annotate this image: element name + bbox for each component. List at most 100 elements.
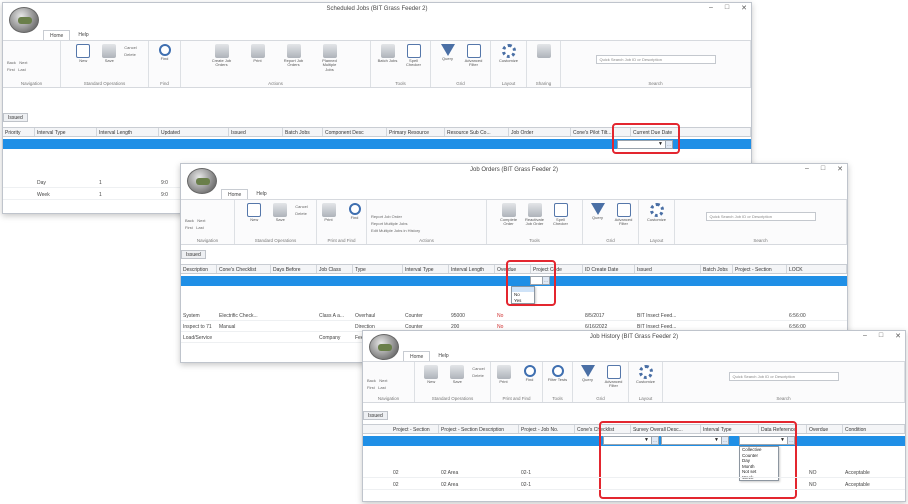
complete-order-button[interactable]: Complete Order xyxy=(498,203,520,227)
spell-checker-button[interactable]: Spell Checker xyxy=(403,44,425,68)
search-input[interactable]: Quick Search Job ID or Description xyxy=(728,372,839,381)
col-job-class[interactable]: Job Class xyxy=(317,265,353,273)
save-button[interactable]: Save xyxy=(269,203,291,222)
tab-home[interactable]: Home xyxy=(403,351,431,361)
cancel-button[interactable]: Cancel xyxy=(295,203,307,210)
print-button[interactable]: Print xyxy=(318,203,340,222)
advanced-filter-button[interactable]: Advanced Filter xyxy=(463,44,485,68)
cancel-button[interactable]: Cancel xyxy=(124,44,136,51)
new-button[interactable]: New xyxy=(420,365,442,384)
col-issued[interactable]: Issued xyxy=(229,128,283,136)
customize-button[interactable]: Customize xyxy=(498,44,520,63)
tab-home[interactable]: Home xyxy=(43,30,71,40)
maximize-icon[interactable]: □ xyxy=(821,165,825,173)
col-interval-length[interactable]: Interval Length xyxy=(97,128,159,136)
delete-button[interactable]: Delete xyxy=(124,51,136,58)
back-button[interactable]: Back xyxy=(7,60,16,65)
filter-tests-button[interactable]: Filter Tests xyxy=(547,365,569,382)
col-type[interactable]: Type xyxy=(353,265,403,273)
first-button[interactable]: First xyxy=(7,67,15,72)
tab-help[interactable]: Help xyxy=(250,189,272,199)
report-multiple-jobs-button[interactable]: Report Multiple Jobs xyxy=(371,220,407,227)
col-id-create-date[interactable]: ID Create Date xyxy=(583,265,635,273)
col-cones-checklist[interactable]: Cone's Checklist xyxy=(217,265,271,273)
query-button[interactable]: Query xyxy=(437,44,459,61)
col-priority[interactable]: Priority xyxy=(3,128,35,136)
first-button[interactable]: First xyxy=(367,385,375,390)
col-description[interactable]: Description xyxy=(181,265,217,273)
col-batch-jobs[interactable]: Batch Jobs xyxy=(701,265,733,273)
print-button[interactable]: Print xyxy=(493,365,515,384)
print-button[interactable]: Print xyxy=(247,44,269,63)
close-icon[interactable]: ✕ xyxy=(741,4,747,12)
report-job-orders-button[interactable]: Report Job Orders xyxy=(283,44,305,68)
col-job-order[interactable]: Job Order xyxy=(509,128,571,136)
col-resource-sub[interactable]: Resource Sub Co... xyxy=(445,128,509,136)
delete-button[interactable]: Delete xyxy=(472,372,484,379)
col-component-desc[interactable]: Component Desc xyxy=(323,128,387,136)
col-project-section[interactable]: Project - Section xyxy=(391,425,439,433)
col-interval-length[interactable]: Interval Length xyxy=(449,265,495,273)
delete-button[interactable]: Delete xyxy=(295,210,307,217)
batch-jobs-button[interactable]: Batch Jobs xyxy=(377,44,399,63)
next-button[interactable]: Next xyxy=(19,60,27,65)
report-job-order-button[interactable]: Report Job Order xyxy=(371,213,402,220)
subtab-issued[interactable]: Issued xyxy=(3,113,28,122)
search-input[interactable]: Quick Search Job ID or Description xyxy=(595,55,716,64)
last-button[interactable]: Last xyxy=(378,385,386,390)
col-updated[interactable]: Updated xyxy=(159,128,229,136)
first-button[interactable]: First xyxy=(185,225,193,230)
save-button[interactable]: Save xyxy=(446,365,468,384)
col-batch-jobs[interactable]: Batch Jobs xyxy=(283,128,323,136)
col-primary-resource[interactable]: Primary Resource xyxy=(387,128,445,136)
sharing-button[interactable] xyxy=(533,44,555,58)
reactivate-job-order-button[interactable]: Reactivate Job Order xyxy=(524,203,546,227)
table-row[interactable]: System Electrific Check... Class A a... … xyxy=(181,312,847,321)
find-button[interactable]: Find xyxy=(519,365,541,382)
tab-help[interactable]: Help xyxy=(432,351,454,361)
last-button[interactable]: Last xyxy=(18,67,26,72)
col-interval-type[interactable]: Interval Type xyxy=(403,265,449,273)
tab-home[interactable]: Home xyxy=(221,189,249,199)
table-row[interactable]: 02 02 Area 02-1 NO Acceptable xyxy=(363,469,905,478)
spell-checker-button[interactable]: Spell Checker xyxy=(550,203,572,227)
close-icon[interactable]: ✕ xyxy=(837,165,843,173)
create-job-orders-button[interactable]: Create Job Orders xyxy=(211,44,233,68)
query-button[interactable]: Query xyxy=(587,203,609,220)
subtab-issued[interactable]: Issued xyxy=(363,411,388,420)
col-interval-type[interactable]: Interval Type xyxy=(35,128,97,136)
next-button[interactable]: Next xyxy=(197,218,205,223)
col-project-job-no[interactable]: Project - Job No. xyxy=(519,425,575,433)
edit-multiple-jobs-button[interactable]: Edit Multiple Jobs in History xyxy=(371,227,420,234)
col-project-section[interactable]: Project - Section xyxy=(733,265,787,273)
find-button[interactable]: Find xyxy=(344,203,366,220)
last-button[interactable]: Last xyxy=(196,225,204,230)
find-button[interactable]: Find xyxy=(154,44,176,61)
col-days-before[interactable]: Days Before xyxy=(271,265,317,273)
customize-button[interactable]: Customize xyxy=(635,365,657,384)
minimize-icon[interactable]: – xyxy=(863,332,867,340)
new-button[interactable]: New xyxy=(72,44,94,63)
save-button[interactable]: Save xyxy=(98,44,120,63)
col-project-section-desc[interactable]: Project - Section Description xyxy=(439,425,519,433)
back-button[interactable]: Back xyxy=(367,378,376,383)
back-button[interactable]: Back xyxy=(185,218,194,223)
advanced-filter-button[interactable]: Advanced Filter xyxy=(603,365,625,389)
planned-multiple-jobs-button[interactable]: Planned Multiple Jobs xyxy=(319,44,341,72)
col-issued[interactable]: Issued xyxy=(635,265,701,273)
close-icon[interactable]: ✕ xyxy=(895,332,901,340)
minimize-icon[interactable]: – xyxy=(805,165,809,173)
tab-help[interactable]: Help xyxy=(72,30,94,40)
query-button[interactable]: Query xyxy=(577,365,599,382)
subtab-issued[interactable]: Issued xyxy=(181,250,206,259)
customize-button[interactable]: Customize xyxy=(646,203,668,222)
col-overdue[interactable]: Overdue xyxy=(807,425,843,433)
advanced-filter-button[interactable]: Advanced Filter xyxy=(613,203,635,227)
maximize-icon[interactable]: □ xyxy=(725,4,729,12)
minimize-icon[interactable]: – xyxy=(709,4,713,12)
table-row[interactable]: 02 02 Area 02-1 NO Acceptable xyxy=(363,481,905,490)
search-input[interactable]: Quick Search Job ID or Description xyxy=(705,212,816,221)
col-condition[interactable]: Condition xyxy=(843,425,905,433)
maximize-icon[interactable]: □ xyxy=(879,332,883,340)
cancel-button[interactable]: Cancel xyxy=(472,365,484,372)
